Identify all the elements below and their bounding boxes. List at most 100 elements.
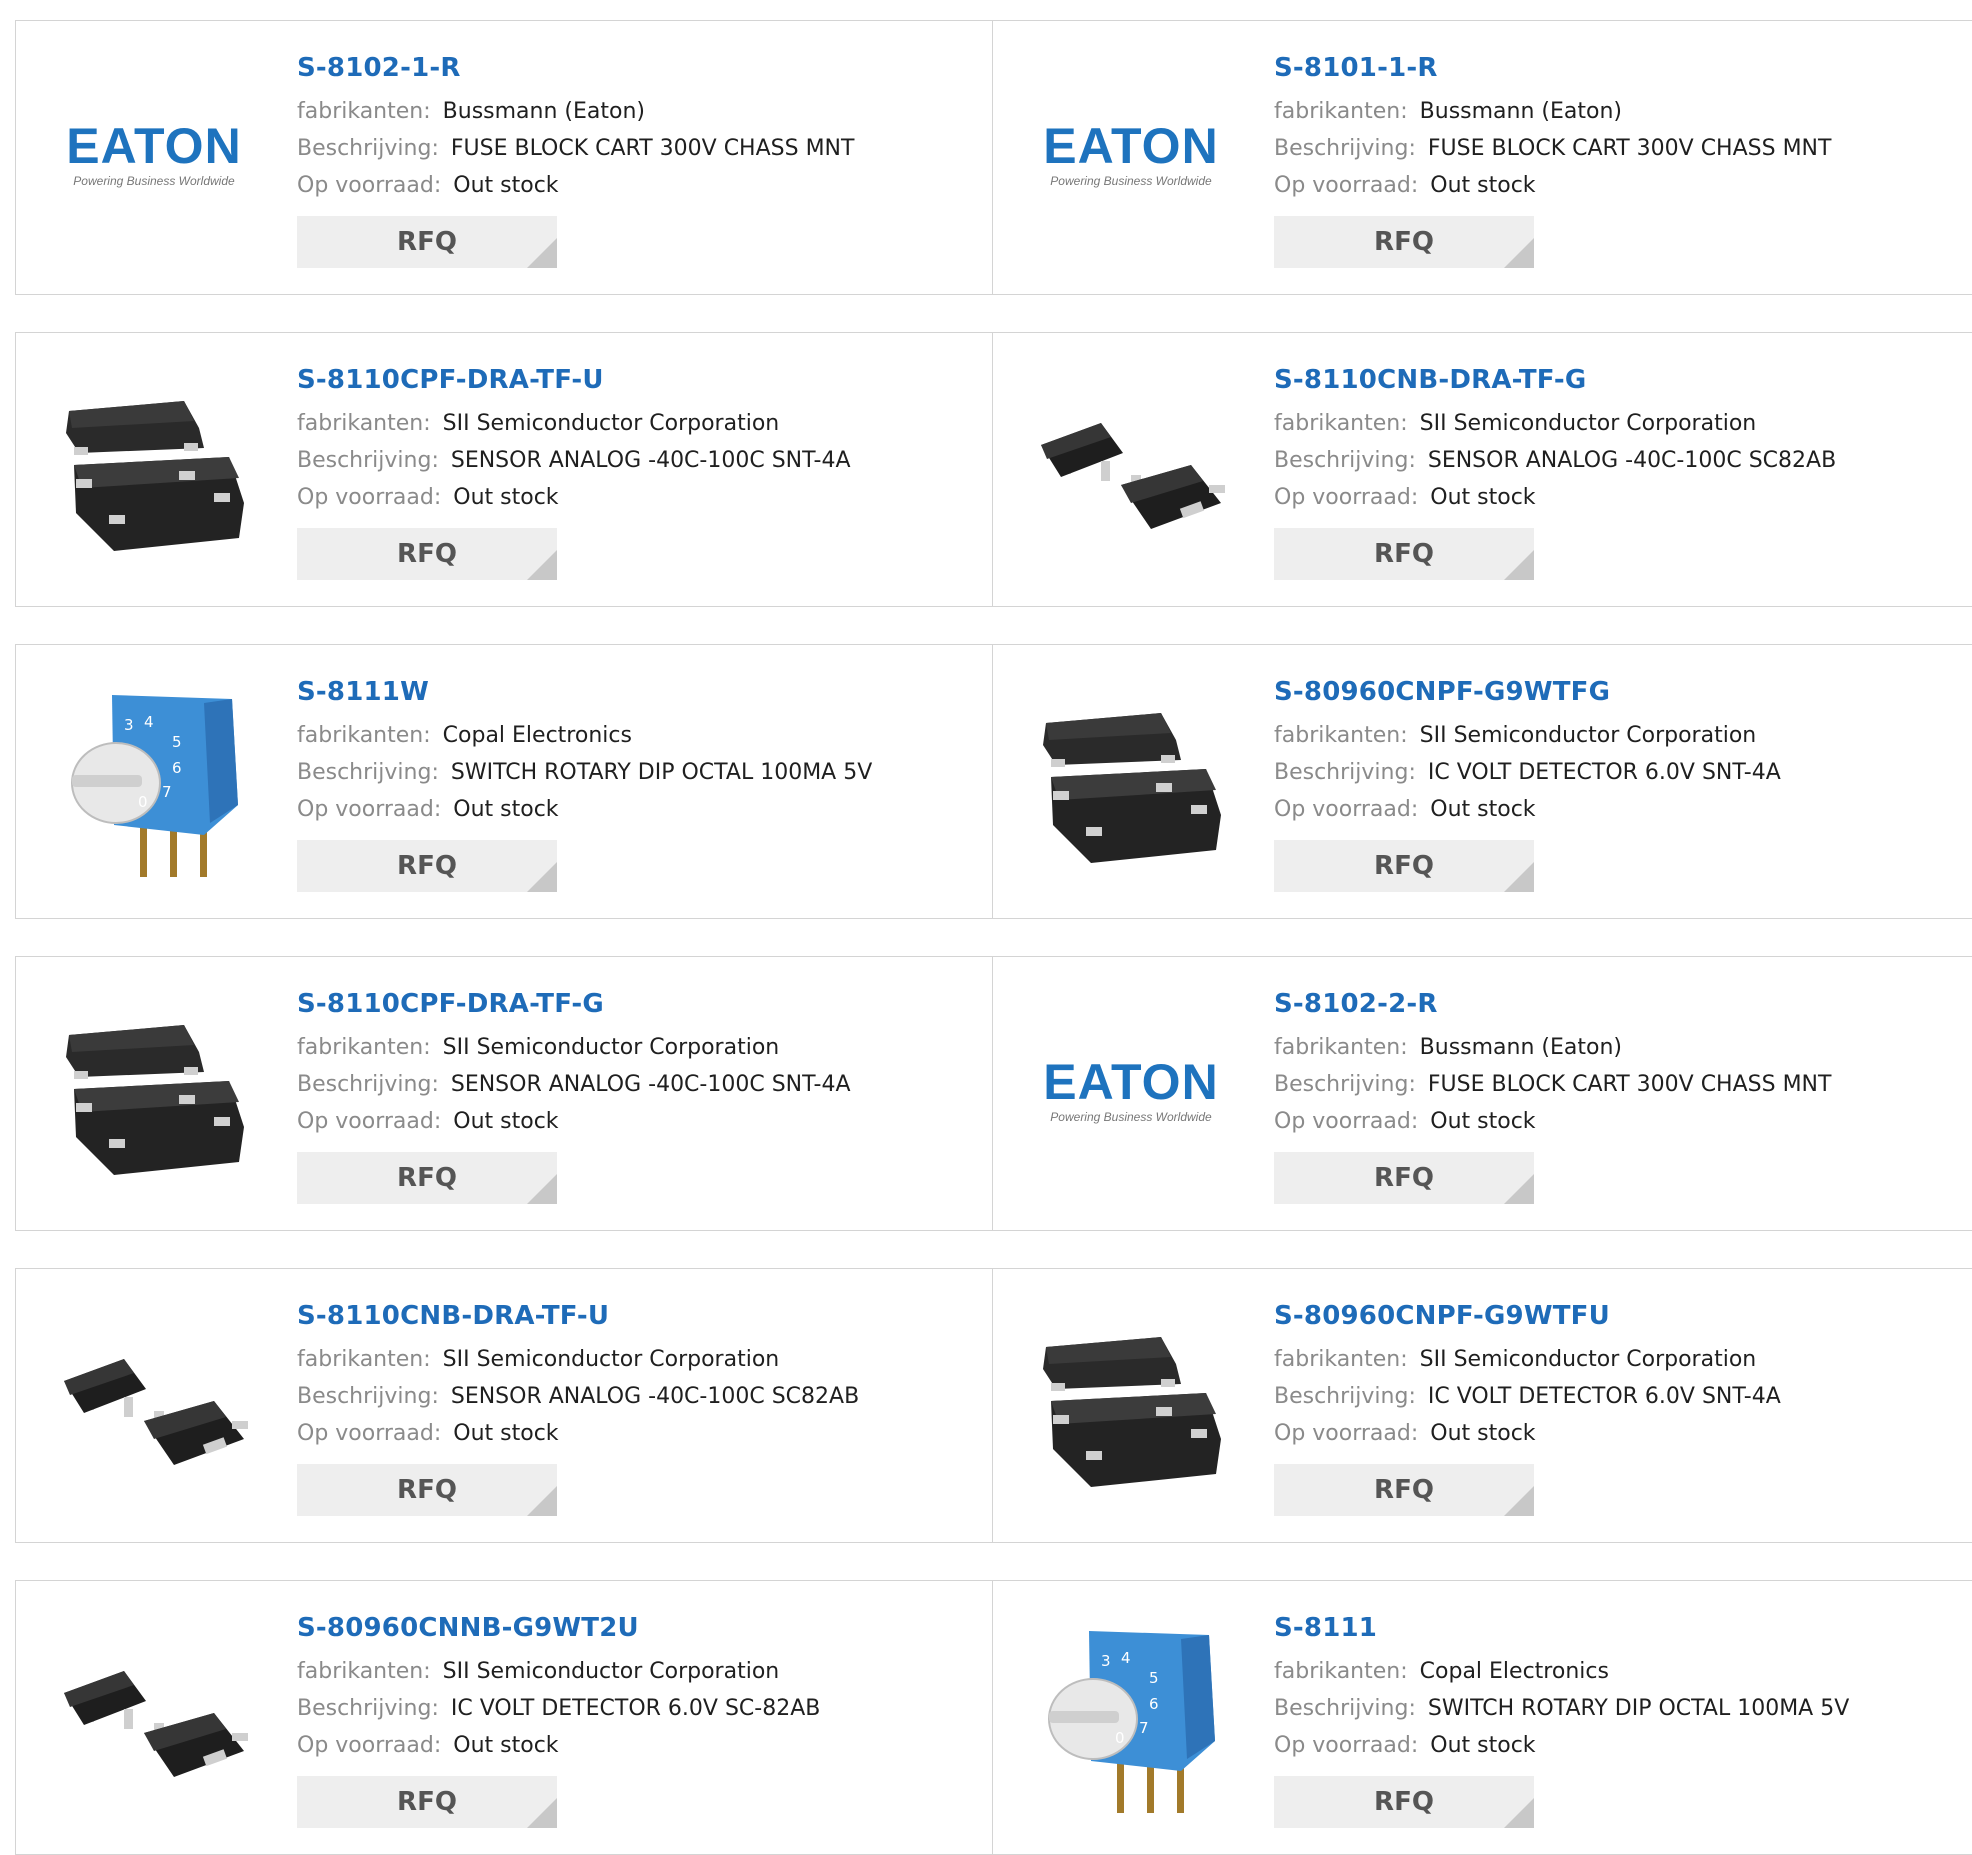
- stock-value: Out stock: [1430, 173, 1536, 198]
- product-image[interactable]: EATON Powering Business Worldwide: [1031, 997, 1231, 1197]
- manufacturer-value: SII Semiconductor Corporation: [442, 1347, 780, 1372]
- rfq-button[interactable]: RFQ: [297, 1776, 557, 1828]
- description-row: Beschrijving: FUSE BLOCK CART 300V CHASS …: [1274, 1066, 1962, 1103]
- description-row: Beschrijving: FUSE BLOCK CART 300V CHASS …: [297, 130, 982, 167]
- part-number-link[interactable]: S-80960CNNB-G9WT2U: [297, 1611, 982, 1645]
- description-row: Beschrijving: SENSOR ANALOG -40C-100C SC8…: [297, 1378, 982, 1415]
- eaton-logo: EATONPowering Business Worldwide: [66, 121, 240, 188]
- rfq-label: RFQ: [1374, 1163, 1434, 1193]
- part-number-link[interactable]: S-8102-2-R: [1274, 987, 1962, 1021]
- description-label: Beschrijving:: [1274, 136, 1416, 161]
- rfq-button[interactable]: RFQ: [1274, 216, 1534, 268]
- stock-row: Op voorraad: Out stock: [1274, 791, 1962, 828]
- stock-label: Op voorraad:: [1274, 1421, 1419, 1446]
- rfq-label: RFQ: [397, 851, 457, 881]
- part-number-link[interactable]: S-80960CNPF-G9WTFU: [1274, 1299, 1962, 1333]
- part-number-link[interactable]: S-8101-1-R: [1274, 51, 1962, 85]
- manufacturer-row: fabrikanten: Bussmann (Eaton): [297, 93, 982, 130]
- rfq-label: RFQ: [1374, 227, 1434, 257]
- manufacturer-value: Bussmann (Eaton): [442, 99, 645, 124]
- description-label: Beschrijving:: [297, 1072, 439, 1097]
- stock-row: Op voorraad: Out stock: [297, 791, 982, 828]
- rfq-button[interactable]: RFQ: [1274, 528, 1534, 580]
- sc82ab-chip-image: [64, 1359, 248, 1465]
- product-image[interactable]: 345 670: [54, 685, 254, 885]
- product-image[interactable]: 345 670: [1031, 1621, 1231, 1821]
- svg-text:0: 0: [1115, 1729, 1125, 1747]
- rfq-label: RFQ: [397, 227, 457, 257]
- description-value: IC VOLT DETECTOR 6.0V SNT-4A: [1427, 1384, 1781, 1409]
- rfq-button[interactable]: RFQ: [297, 840, 557, 892]
- product-image[interactable]: [1031, 373, 1231, 573]
- part-number-link[interactable]: S-8111: [1274, 1611, 1962, 1645]
- part-number-link[interactable]: S-8111W: [297, 675, 982, 709]
- rfq-button[interactable]: RFQ: [297, 1152, 557, 1204]
- manufacturer-row: fabrikanten: SII Semiconductor Corporatio…: [297, 405, 982, 442]
- product-image[interactable]: [54, 1309, 254, 1509]
- rfq-button[interactable]: RFQ: [1274, 1776, 1534, 1828]
- product-image[interactable]: EATON Powering Business Worldwide: [54, 61, 254, 261]
- manufacturer-row: fabrikanten: SII Semiconductor Corporatio…: [297, 1341, 982, 1378]
- description-value: SENSOR ANALOG -40C-100C SC82AB: [1427, 448, 1837, 473]
- product-image[interactable]: [1031, 685, 1231, 885]
- rfq-button[interactable]: RFQ: [297, 528, 557, 580]
- description-label: Beschrijving:: [1274, 1384, 1416, 1409]
- rotary-switch-image: 3 45 670: [71, 695, 238, 877]
- product-image[interactable]: [1031, 1309, 1231, 1509]
- product-image[interactable]: [54, 997, 254, 1197]
- rfq-button[interactable]: RFQ: [297, 216, 557, 268]
- description-value: IC VOLT DETECTOR 6.0V SNT-4A: [1427, 760, 1781, 785]
- stock-value: Out stock: [1430, 797, 1536, 822]
- rfq-label: RFQ: [1374, 1787, 1434, 1817]
- rfq-button[interactable]: RFQ: [1274, 1152, 1534, 1204]
- part-number-link[interactable]: S-8110CPF-DRA-TF-G: [297, 987, 982, 1021]
- part-number-link[interactable]: S-80960CNPF-G9WTFG: [1274, 675, 1962, 709]
- description-label: Beschrijving:: [297, 1384, 439, 1409]
- product-card: S-8110CNB-DRA-TF-U fabrikanten: SII Semic…: [15, 1268, 993, 1543]
- description-row: Beschrijving: SWITCH ROTARY DIP OCTAL 100…: [1274, 1690, 1962, 1727]
- product-image[interactable]: EATON Powering Business Worldwide: [1031, 61, 1231, 261]
- description-value: SENSOR ANALOG -40C-100C SNT-4A: [450, 1072, 851, 1097]
- stock-row: Op voorraad: Out stock: [297, 1415, 982, 1452]
- svg-text:3: 3: [1101, 1652, 1111, 1670]
- stock-label: Op voorraad:: [297, 485, 442, 510]
- rfq-corner-decoration: [1504, 1486, 1534, 1516]
- manufacturer-label: fabrikanten:: [1274, 99, 1408, 124]
- product-image[interactable]: [54, 1621, 254, 1821]
- product-info: S-8102-1-R fabrikanten: Bussmann (Eaton) …: [297, 51, 982, 268]
- description-row: Beschrijving: IC VOLT DETECTOR 6.0V SNT-4…: [1274, 1378, 1962, 1415]
- product-card: S-8110CPF-DRA-TF-G fabrikanten: SII Semic…: [15, 956, 993, 1231]
- stock-value: Out stock: [453, 173, 559, 198]
- rfq-corner-decoration: [527, 1174, 557, 1204]
- stock-value: Out stock: [453, 1733, 559, 1758]
- svg-text:6: 6: [1149, 1695, 1159, 1713]
- manufacturer-label: fabrikanten:: [297, 411, 431, 436]
- rfq-button[interactable]: RFQ: [1274, 1464, 1534, 1516]
- rfq-button[interactable]: RFQ: [297, 1464, 557, 1516]
- description-value: SENSOR ANALOG -40C-100C SC82AB: [450, 1384, 860, 1409]
- part-number-link[interactable]: S-8110CPF-DRA-TF-U: [297, 363, 982, 397]
- product-card: EATON Powering Business Worldwide S-8102-…: [993, 956, 1972, 1231]
- part-number-link[interactable]: S-8110CNB-DRA-TF-G: [1274, 363, 1962, 397]
- product-card: S-8110CPF-DRA-TF-U fabrikanten: SII Semic…: [15, 332, 993, 607]
- part-number-link[interactable]: S-8110CNB-DRA-TF-U: [297, 1299, 982, 1333]
- manufacturer-row: fabrikanten: SII Semiconductor Corporatio…: [1274, 717, 1962, 754]
- rfq-button[interactable]: RFQ: [1274, 840, 1534, 892]
- stock-label: Op voorraad:: [1274, 173, 1419, 198]
- stock-value: Out stock: [1430, 1733, 1536, 1758]
- description-label: Beschrijving:: [297, 448, 439, 473]
- part-number-link[interactable]: S-8102-1-R: [297, 51, 982, 85]
- product-info: S-8111 fabrikanten: Copal Electronics Bes…: [1274, 1611, 1962, 1828]
- stock-value: Out stock: [453, 1421, 559, 1446]
- manufacturer-label: fabrikanten:: [1274, 411, 1408, 436]
- manufacturer-label: fabrikanten:: [1274, 1347, 1408, 1372]
- stock-row: Op voorraad: Out stock: [297, 479, 982, 516]
- svg-text:Powering Business Worldwide: Powering Business Worldwide: [1050, 1110, 1212, 1124]
- svg-text:7: 7: [1139, 1719, 1149, 1737]
- description-value: IC VOLT DETECTOR 6.0V SC-82AB: [450, 1696, 821, 1721]
- product-image[interactable]: [54, 373, 254, 573]
- sc82ab-chip-image: [1041, 423, 1225, 529]
- rfq-corner-decoration: [527, 238, 557, 268]
- stock-label: Op voorraad:: [297, 173, 442, 198]
- description-row: Beschrijving: SWITCH ROTARY DIP OCTAL 100…: [297, 754, 982, 791]
